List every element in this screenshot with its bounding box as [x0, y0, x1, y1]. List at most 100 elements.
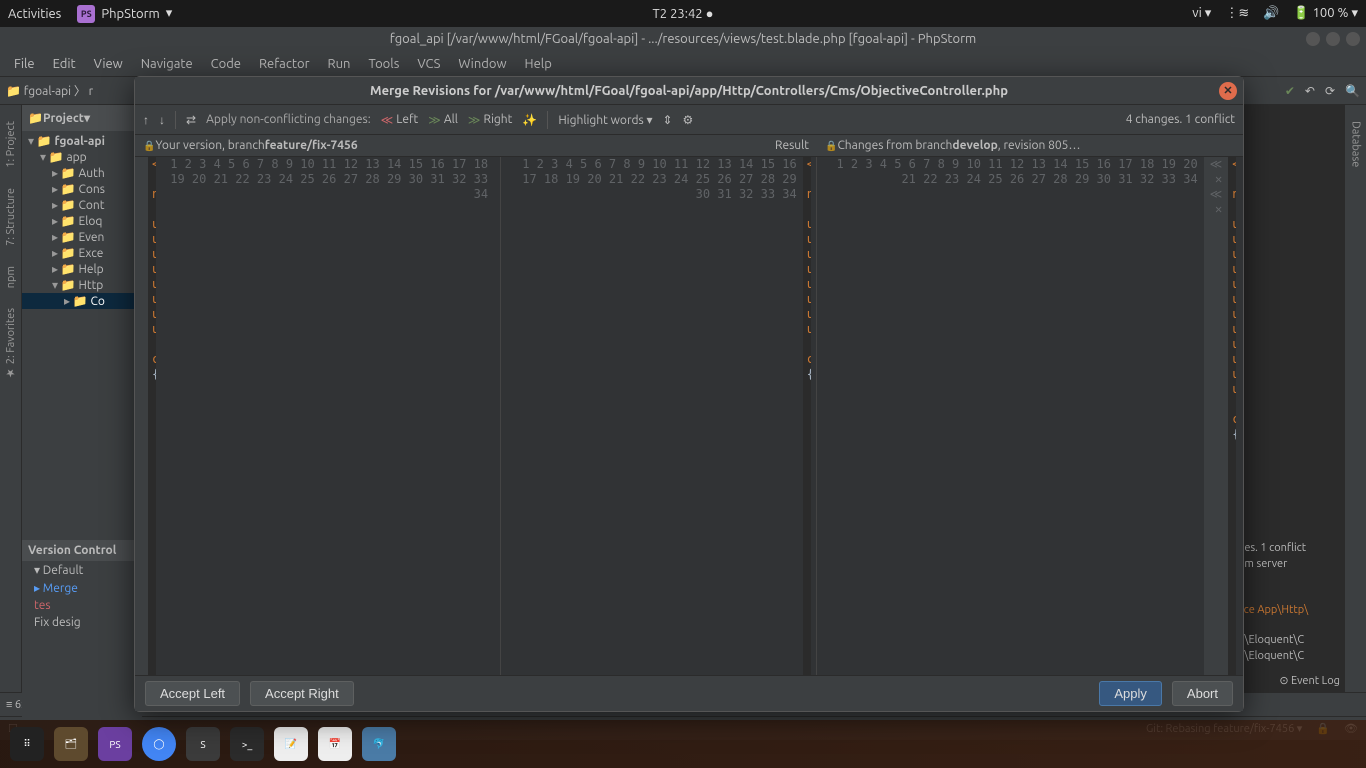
- merge-dialog: Merge Revisions for /var/www/html/FGoal/…: [134, 76, 1244, 712]
- merge-panes: <?php namespace App\Http\Controllers\Cms…: [135, 157, 1243, 675]
- center-pane[interactable]: 1 2 3 4 5 6 7 8 9 10 11 12 13 14 15 16 1…: [501, 157, 817, 675]
- apply-left-button[interactable]: ≪ Left: [381, 113, 419, 127]
- app-menu[interactable]: PS PhpStorm ▾: [77, 5, 172, 23]
- battery-indicator[interactable]: 🔋 100 % ▾: [1293, 6, 1358, 21]
- tree-item-selected[interactable]: 📁 Co: [22, 293, 141, 309]
- magic-wand-icon[interactable]: ✨: [522, 113, 537, 127]
- tree-app[interactable]: 📁 app: [22, 149, 141, 165]
- merge-pane-headers: Your version, branch feature/fix-7456 Re…: [135, 135, 1243, 157]
- apply-label: Apply non-conflicting changes:: [206, 113, 371, 126]
- left-pane[interactable]: <?php namespace App\Http\Controllers\Cms…: [135, 157, 501, 675]
- close-icon[interactable]: ✕: [1219, 82, 1237, 100]
- left-gutter: 1 2 3 4 5 6 7 8 9 10 11 12 13 14 15 16 1…: [156, 157, 494, 675]
- prev-change-icon[interactable]: ↑: [143, 113, 149, 127]
- menu-view[interactable]: View: [86, 55, 131, 73]
- breadcrumb[interactable]: 📁 fgoal-api 〉 r: [6, 82, 93, 99]
- highlight-select[interactable]: Highlight words ▾: [558, 113, 652, 127]
- vc-changelist[interactable]: ▾ Default: [22, 561, 142, 579]
- calendar-icon[interactable]: 📅: [318, 727, 352, 761]
- input-method-indicator[interactable]: vi ▾: [1192, 6, 1211, 21]
- version-control-panel: Version Control ▾ Default ▸ Merge tes Fi…: [22, 540, 142, 740]
- center-pane-header: Result: [501, 135, 817, 156]
- tree-item[interactable]: 📁 Eloq: [22, 213, 141, 229]
- undo-icon[interactable]: ↶: [1305, 84, 1315, 98]
- merge-toolbar: ↑ ↓ ⇄ Apply non-conflicting changes: ≪ L…: [135, 105, 1243, 135]
- tool-structure[interactable]: 7: Structure: [5, 180, 17, 254]
- merge-footer: Accept Left Accept Right Apply Abort: [135, 675, 1243, 711]
- sublime-icon[interactable]: S: [186, 727, 220, 761]
- wifi-icon[interactable]: ⋮≋: [1225, 6, 1249, 21]
- right-code[interactable]: <?php namespace App\Http\Controllers\Cms…: [1228, 157, 1236, 675]
- events-snippets: ges. 1 conflict om server ace App\Http\ …: [1234, 540, 1344, 689]
- menu-window[interactable]: Window: [450, 55, 514, 73]
- tree-item[interactable]: 📁 Exce: [22, 245, 141, 261]
- menu-tools[interactable]: Tools: [360, 55, 407, 73]
- chromium-icon[interactable]: ◯: [142, 727, 176, 761]
- apply-button[interactable]: Apply: [1099, 681, 1162, 706]
- window-title-bar: fgoal_api [/var/www/html/FGoal/fgoal-api…: [0, 27, 1366, 51]
- accept-left-button[interactable]: Accept Left: [145, 681, 240, 706]
- tree-root[interactable]: 📁 fgoal-api: [22, 133, 141, 149]
- tree-item[interactable]: 📁 Http: [22, 277, 141, 293]
- menu-refactor[interactable]: Refactor: [251, 55, 318, 73]
- right-pane[interactable]: 1 2 3 4 5 6 7 8 9 10 11 12 13 14 15 16 1…: [817, 157, 1243, 675]
- changes-summary: 4 changes. 1 conflict: [1126, 113, 1235, 126]
- vcs-check-icon[interactable]: ✔: [1285, 84, 1295, 98]
- menu-edit[interactable]: Edit: [45, 55, 84, 73]
- tool-npm[interactable]: npm: [5, 258, 17, 296]
- right-tool-tabs: Database: [1344, 105, 1366, 692]
- tree-item[interactable]: 📁 Cons: [22, 181, 141, 197]
- tree-item[interactable]: 📁 Auth: [22, 165, 141, 181]
- tool-favorites[interactable]: ★ 2: Favorites: [4, 300, 17, 388]
- tree-item[interactable]: 📁 Help: [22, 261, 141, 277]
- terminal-icon[interactable]: >_: [230, 727, 264, 761]
- redo-icon[interactable]: ⟳: [1325, 84, 1335, 98]
- clock[interactable]: T2 23:42 ●: [653, 6, 714, 21]
- volume-icon[interactable]: 🔊: [1263, 6, 1279, 21]
- activities-button[interactable]: Activities: [8, 7, 61, 21]
- event-log-button[interactable]: ⊙ Event Log: [1234, 672, 1344, 689]
- gear-icon[interactable]: ⚙: [683, 113, 694, 127]
- menu-vcs[interactable]: VCS: [409, 55, 448, 73]
- collapse-icon[interactable]: ⇕: [662, 113, 672, 127]
- center-gutter: 1 2 3 4 5 6 7 8 9 10 11 12 13 14 15 16 1…: [501, 157, 803, 675]
- project-header[interactable]: 📁 Project ▾: [22, 105, 141, 131]
- text-editor-icon[interactable]: 📝: [274, 727, 308, 761]
- menu-help[interactable]: Help: [517, 55, 560, 73]
- left-pane-header: Your version, branch feature/fix-7456: [135, 135, 501, 156]
- maximize-button[interactable]: [1326, 32, 1340, 46]
- abort-button[interactable]: Abort: [1172, 681, 1233, 706]
- tool-database[interactable]: Database: [1350, 113, 1362, 175]
- files-icon[interactable]: 🗂: [54, 727, 88, 761]
- search-icon[interactable]: 🔍: [1345, 84, 1360, 98]
- close-button[interactable]: [1346, 32, 1360, 46]
- tree-item[interactable]: 📁 Cont: [22, 197, 141, 213]
- merge-title: Merge Revisions for /var/www/html/FGoal/…: [370, 84, 1008, 98]
- vc-commit-msg[interactable]: Fix desig: [22, 614, 142, 631]
- vc-item[interactable]: ▸ Merge: [22, 579, 142, 597]
- apps-grid-icon[interactable]: ⠿: [10, 727, 44, 761]
- menu-code[interactable]: Code: [203, 55, 249, 73]
- vc-header[interactable]: Version Control: [22, 540, 142, 561]
- mysql-workbench-icon[interactable]: 🐬: [362, 727, 396, 761]
- tool-project[interactable]: 1: Project: [5, 113, 17, 176]
- minimize-button[interactable]: [1306, 32, 1320, 46]
- apply-all-icon[interactable]: ⇄: [186, 113, 196, 127]
- left-tool-tabs: 1: Project 7: Structure npm ★ 2: Favorit…: [0, 105, 22, 692]
- gnome-topbar: Activities PS PhpStorm ▾ T2 23:42 ● vi ▾…: [0, 0, 1366, 27]
- merge-title-bar: Merge Revisions for /var/www/html/FGoal/…: [135, 77, 1243, 105]
- left-code[interactable]: <?php namespace App\Http\Controllers\Cms…: [148, 157, 156, 675]
- menu-run[interactable]: Run: [320, 55, 359, 73]
- accept-right-button[interactable]: Accept Right: [250, 681, 354, 706]
- next-change-icon[interactable]: ↓: [159, 113, 165, 127]
- center-code[interactable]: <?php namespace App\Http\Controllers\Cms…: [803, 157, 811, 675]
- apply-all-button[interactable]: ≫ All: [428, 113, 458, 127]
- menu-file[interactable]: File: [6, 55, 43, 73]
- dock: ⠿ 🗂 PS ◯ S >_ 📝 📅 🐬: [0, 720, 1366, 768]
- apply-right-button[interactable]: ≫ Right: [468, 113, 512, 127]
- right-pane-header: Changes from branch develop, revision 80…: [817, 135, 1243, 156]
- phpstorm-dock-icon[interactable]: PS: [98, 727, 132, 761]
- vc-item[interactable]: tes: [22, 597, 142, 614]
- tree-item[interactable]: 📁 Even: [22, 229, 141, 245]
- menu-navigate[interactable]: Navigate: [133, 55, 201, 73]
